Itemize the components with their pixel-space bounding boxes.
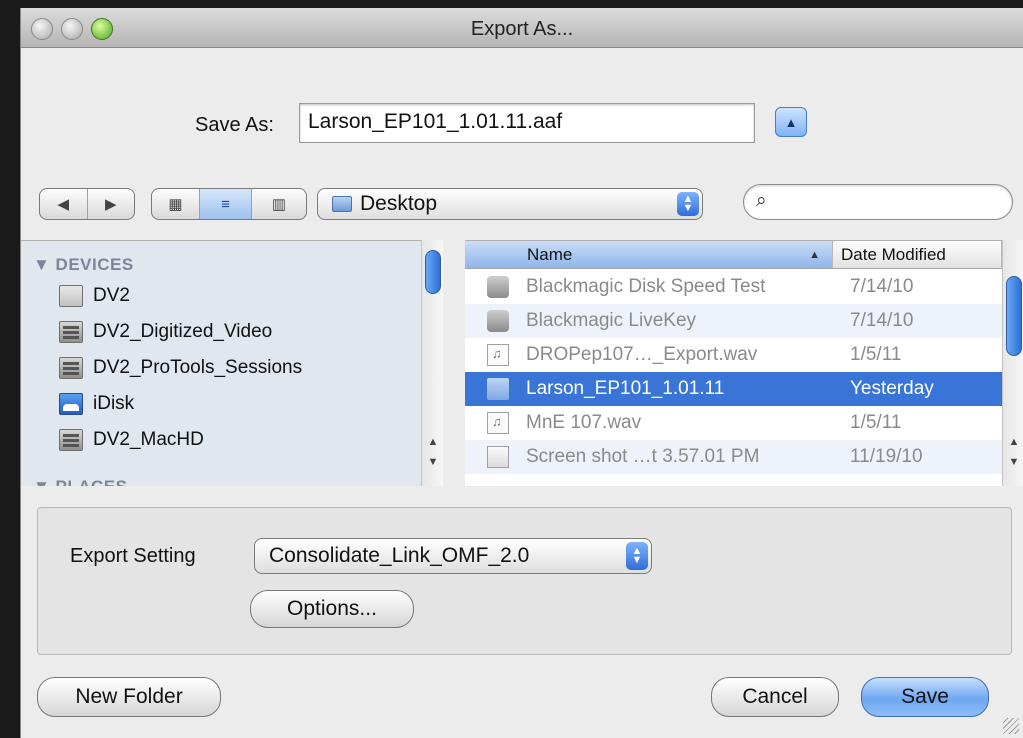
scroll-up-icon[interactable]: ▲ (1003, 436, 1023, 448)
sidebar-item-dv2-machd[interactable]: DV2_MacHD (59, 425, 204, 455)
sidebar-item-dv2-digitized-video[interactable]: DV2_Digitized_Video (59, 317, 272, 347)
popup-arrows-icon: ▲ ▼ (677, 192, 699, 216)
list-icon: ≡ (221, 195, 230, 213)
file-list-scroll-thumb[interactable] (1006, 276, 1022, 356)
export-options-panel: Export Setting Consolidate_Link_OMF_2.0 … (37, 507, 1012, 655)
file-name: DROPep107…_Export.wav (526, 344, 758, 365)
file-rows: Blackmagic Disk Speed Test 7/14/10 Black… (465, 270, 1002, 486)
image-file-icon (487, 446, 509, 468)
forward-button[interactable]: ▶ (88, 189, 135, 219)
disk-icon (59, 357, 83, 379)
file-date: 7/14/10 (850, 276, 914, 297)
file-date: 1/5/11 (850, 344, 902, 365)
forward-arrow-icon: ▶ (104, 196, 117, 213)
file-row-selected[interactable]: Larson_EP101_1.01.11 Yesterday (465, 372, 1002, 406)
file-name: Blackmagic Disk Speed Test (526, 276, 766, 297)
columns-icon: ▥ (271, 196, 287, 213)
scroll-up-icon[interactable]: ▲ (422, 436, 444, 448)
disk-icon (59, 321, 83, 343)
sidebar-scroll-thumb[interactable] (425, 250, 441, 294)
view-mode-control: ▦ ≡ ▥ (151, 188, 307, 220)
folder-icon (332, 196, 352, 212)
sidebar-item-label: DV2_ProTools_Sessions (93, 357, 303, 378)
file-row[interactable]: DROPep107…_Export.wav 1/5/11 (465, 338, 1002, 372)
file-date: 7/14/10 (850, 310, 914, 331)
column-header-label: Name (527, 244, 573, 264)
export-setting-label: Export Setting (70, 545, 196, 567)
save-button[interactable]: Save (861, 677, 989, 717)
export-dialog: Export As... Save As: Larson_EP101_1.01.… (20, 8, 1023, 738)
back-forward-control: ◀ ▶ (39, 188, 135, 220)
title-bar: Export As... (21, 8, 1023, 48)
file-name: Blackmagic LiveKey (526, 310, 697, 331)
places-header: ▼ PLACES (33, 477, 128, 486)
sidebar-item-label: DV2_Digitized_Video (93, 321, 273, 342)
resize-grip[interactable] (1003, 718, 1019, 734)
save-as-field[interactable]: Larson_EP101_1.01.11.aaf (299, 103, 755, 143)
audio-file-icon (487, 344, 509, 366)
file-list: Name ▲ Date Modified Blackmagic Disk Spe… (465, 240, 1002, 486)
app-icon (487, 276, 509, 298)
cancel-button[interactable]: Cancel (711, 677, 839, 717)
sidebar-item-label: iDisk (93, 393, 135, 414)
location-popup[interactable]: Desktop ▲ ▼ (317, 188, 703, 220)
file-row[interactable]: Screen shot …t 3.57.01 PM 11/19/10 (465, 440, 1002, 474)
triangle-up-icon: ▲ (784, 114, 798, 130)
list-view-button[interactable]: ≡ (200, 189, 252, 219)
file-row[interactable]: Blackmagic LiveKey 7/14/10 (465, 304, 1002, 338)
column-header-name[interactable]: Name ▲ (465, 241, 833, 269)
file-name: Larson_EP101_1.01.11 (526, 378, 725, 399)
icon-view-button[interactable]: ▦ (152, 189, 200, 219)
sidebar-item-label: DV2 (93, 285, 130, 306)
column-view-button[interactable]: ▥ (252, 189, 306, 219)
file-name: Screen shot …t 3.57.01 PM (526, 446, 760, 467)
sidebar-item-label: DV2_MacHD (93, 429, 204, 450)
idisk-icon (59, 393, 83, 415)
drive-icon (59, 285, 83, 307)
file-date: Yesterday (850, 378, 934, 399)
file-row[interactable]: Blackmagic Disk Speed Test 7/14/10 (465, 270, 1002, 304)
grid-icon: ▦ (168, 196, 183, 213)
sidebar-scrollbar[interactable]: ▲ ▼ (421, 240, 443, 486)
save-as-label: Save As: (195, 114, 274, 136)
sidebar: ▼ DEVICES DV2 DV2_Digitized_Video DV2_Pr… (21, 240, 433, 486)
sidebar-item-dv2[interactable]: DV2 (59, 281, 130, 311)
audio-file-icon (487, 412, 509, 434)
location-label: Desktop (360, 192, 438, 215)
search-icon: ⌕ (756, 190, 767, 211)
file-row[interactable]: MnE 107.wav 1/5/11 (465, 406, 1002, 440)
column-header-label: Date Modified (841, 244, 946, 264)
app-icon (487, 310, 509, 332)
file-row[interactable] (465, 474, 1002, 486)
file-list-scrollbar[interactable]: ▲ ▼ (1002, 240, 1023, 486)
back-arrow-icon: ◀ (57, 196, 70, 213)
new-folder-button[interactable]: New Folder (37, 677, 221, 717)
file-date: 11/19/10 (850, 446, 923, 467)
sort-ascending-icon: ▲ (809, 248, 820, 261)
export-setting-value: Consolidate_Link_OMF_2.0 (269, 544, 530, 567)
file-date: 1/5/11 (850, 412, 902, 433)
sidebar-item-dv2-protools-sessions[interactable]: DV2_ProTools_Sessions (59, 353, 302, 383)
file-name: MnE 107.wav (526, 412, 642, 433)
scroll-down-icon[interactable]: ▼ (1003, 456, 1023, 468)
devices-header: ▼ DEVICES (33, 255, 134, 274)
column-header-date-modified[interactable]: Date Modified (833, 241, 1002, 269)
options-button[interactable]: Options... (250, 590, 414, 628)
export-setting-popup[interactable]: Consolidate_Link_OMF_2.0 ▲ ▼ (254, 538, 652, 574)
scroll-down-icon[interactable]: ▼ (422, 456, 444, 468)
sidebar-item-idisk[interactable]: iDisk (59, 389, 134, 419)
popup-arrows-icon: ▲ ▼ (626, 542, 648, 570)
folder-icon (487, 378, 509, 400)
window-title: Export As... (470, 18, 574, 40)
search-field[interactable]: ⌕ (743, 184, 1013, 220)
back-button[interactable]: ◀ (40, 189, 88, 219)
disk-icon (59, 429, 83, 451)
collapse-browser-button[interactable]: ▲ (775, 107, 807, 137)
